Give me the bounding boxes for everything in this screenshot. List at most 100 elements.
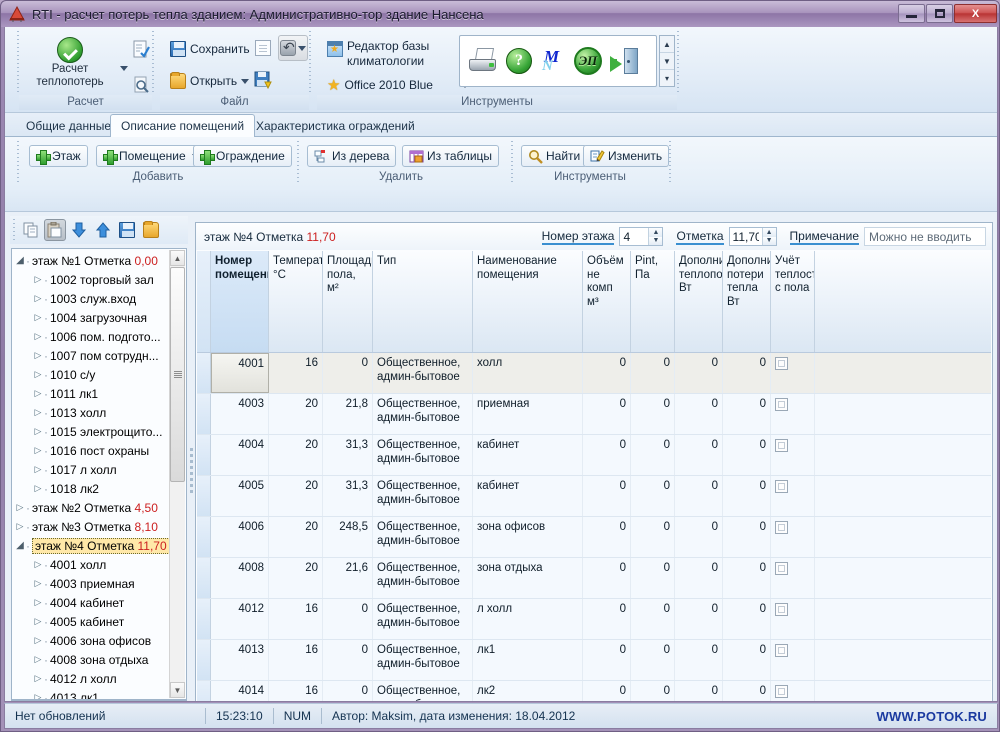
tree-expand-icon[interactable]: ▷ <box>32 597 44 608</box>
tree-collapse-icon[interactable]: ◢ <box>14 540 26 551</box>
table-cell[interactable]: 4003 <box>211 394 269 434</box>
row-header[interactable] <box>197 435 211 475</box>
tree-open-button[interactable] <box>140 219 162 241</box>
table-cell[interactable]: 4006 <box>211 517 269 557</box>
floor-heat-checkbox[interactable] <box>775 644 788 657</box>
tree-expand-icon[interactable]: ▷ <box>14 521 26 532</box>
help-icon[interactable]: ? <box>506 48 532 74</box>
tree-expand-icon[interactable]: ▷ <box>32 654 44 665</box>
tree-expand-icon[interactable]: ▷ <box>32 616 44 627</box>
tree-node[interactable]: ▷·1007 пом сотрудн... <box>14 346 168 365</box>
table-cell[interactable]: 0 <box>675 435 723 475</box>
table-cell[interactable]: кабинет <box>473 435 583 475</box>
table-cell[interactable]: 31,3 <box>323 435 373 475</box>
table-row[interactable]: 4012160Общественное, админ-бытовоел холл… <box>197 599 991 640</box>
tab-room-description[interactable]: Описание помещений <box>110 114 255 138</box>
floor-heat-checkbox[interactable] <box>775 562 788 575</box>
row-header[interactable] <box>197 394 211 434</box>
table-cell[interactable]: 0 <box>631 640 675 680</box>
table-cell[interactable]: 0 <box>723 435 771 475</box>
change-button[interactable]: Изменить <box>583 145 669 167</box>
row-header[interactable] <box>197 681 211 702</box>
row-header[interactable] <box>197 476 211 516</box>
tree-expand-icon[interactable]: ▷ <box>14 502 26 513</box>
table-cell[interactable]: 4014 <box>211 681 269 702</box>
add-floor-button[interactable]: Этаж <box>29 145 88 167</box>
mark-spinner[interactable]: ▲ ▼ <box>729 227 777 246</box>
move-up-button[interactable] <box>92 219 114 241</box>
table-cell[interactable]: 21,6 <box>323 558 373 598</box>
table-cell[interactable]: 0 <box>723 558 771 598</box>
table-cell[interactable]: 0 <box>723 599 771 639</box>
tree-node[interactable]: ▷·1015 электрощито... <box>14 422 168 441</box>
tree-node[interactable]: ▷·4013 лк1 <box>14 688 168 700</box>
tree-node[interactable]: ▷·4006 зона офисов <box>14 631 168 650</box>
find-button[interactable]: Найти <box>521 145 587 167</box>
tree-node[interactable]: ▷·этаж №2 Отметка 4,50 <box>14 498 168 517</box>
table-cell[interactable]: Общественное, админ-бытовое <box>373 558 473 598</box>
tree-expand-icon[interactable]: ▷ <box>32 407 44 418</box>
tree-node[interactable]: ◢·этаж №1 Отметка 0,00 <box>14 251 168 270</box>
table-row[interactable]: 40032021,8Общественное, админ-бытовоепри… <box>197 394 991 435</box>
table-cell[interactable] <box>771 394 815 434</box>
grid-column-header[interactable]: Номер помещения <box>211 251 269 352</box>
tree-expand-icon[interactable]: ▷ <box>32 445 44 456</box>
gallery-scroll-up[interactable]: ▲ <box>660 36 674 53</box>
grid-column-header[interactable]: Объём не комп м³ <box>583 251 631 352</box>
gallery-scroll-down[interactable]: ▼ <box>660 53 674 70</box>
table-cell[interactable]: 20 <box>269 517 323 557</box>
floor-heat-checkbox[interactable] <box>775 480 788 493</box>
table-cell[interactable]: 0 <box>583 681 631 702</box>
table-row[interactable]: 40082021,6Общественное, админ-бытовоезон… <box>197 558 991 599</box>
table-cell[interactable]: 0 <box>723 353 771 393</box>
row-header[interactable] <box>197 353 211 393</box>
printer-icon[interactable] <box>468 48 498 74</box>
tree-expand-icon[interactable]: ▷ <box>32 426 44 437</box>
table-cell[interactable]: 0 <box>583 435 631 475</box>
table-cell[interactable]: 4004 <box>211 435 269 475</box>
move-down-button[interactable] <box>68 219 90 241</box>
paste-button[interactable] <box>44 219 66 241</box>
report-check-button[interactable] <box>129 38 153 60</box>
tree-node[interactable]: ▷·1004 загрузочная <box>14 308 168 327</box>
tree-expand-icon[interactable]: ▷ <box>32 388 44 399</box>
table-cell[interactable] <box>771 353 815 393</box>
grid-column-header[interactable]: Учёт теплоступлений с пола <box>771 251 815 352</box>
tree-expand-icon[interactable]: ▷ <box>32 673 44 684</box>
scroll-left-arrow[interactable]: ◀ <box>12 701 28 702</box>
table-cell[interactable]: 16 <box>269 681 323 702</box>
tree-expand-icon[interactable]: ▷ <box>32 369 44 380</box>
tree-node[interactable]: ▷·1018 лк2 <box>14 479 168 498</box>
table-cell[interactable] <box>771 681 815 702</box>
table-cell[interactable]: 4012 <box>211 599 269 639</box>
table-cell[interactable]: 248,5 <box>323 517 373 557</box>
tree-expand-icon[interactable]: ▷ <box>32 692 44 700</box>
tree-node[interactable]: ▷·4008 зона отдыха <box>14 650 168 669</box>
tree-node[interactable]: ▷·1002 торговый зал <box>14 270 168 289</box>
tab-enclosure-characteristics[interactable]: Характеристика ограждений <box>245 115 426 137</box>
table-cell[interactable]: Общественное, админ-бытовое <box>373 435 473 475</box>
spin-down[interactable]: ▼ <box>649 237 662 246</box>
floor-heat-checkbox[interactable] <box>775 439 788 452</box>
climate-db-editor-button[interactable]: Редактор базы климатологии <box>323 35 433 59</box>
table-cell[interactable]: Общественное, админ-бытовое <box>373 599 473 639</box>
grid-column-header[interactable]: Дополнительные теплопоступления Вт <box>675 251 723 352</box>
undo-button[interactable] <box>278 35 308 61</box>
tree-expand-icon[interactable]: ▷ <box>32 274 44 285</box>
table-cell[interactable]: 0 <box>723 476 771 516</box>
tree-node[interactable]: ▷·1017 л холл <box>14 460 168 479</box>
table-cell[interactable]: Общественное, админ-бытовое <box>373 476 473 516</box>
table-cell[interactable]: 0 <box>583 476 631 516</box>
save-as-button[interactable] <box>250 67 276 93</box>
exit-door-icon[interactable] <box>610 48 638 74</box>
table-cell[interactable]: 20 <box>269 394 323 434</box>
table-cell[interactable]: Общественное, админ-бытовое <box>373 394 473 434</box>
table-cell[interactable]: 0 <box>675 681 723 702</box>
maximize-button[interactable] <box>926 4 953 23</box>
table-cell[interactable]: Общественное, админ-бытовое <box>373 640 473 680</box>
table-cell[interactable]: 4001 <box>211 353 269 393</box>
table-cell[interactable]: л холл <box>473 599 583 639</box>
floor-tree[interactable]: ◢·этаж №1 Отметка 0,00▷·1002 торговый за… <box>11 248 187 700</box>
delete-from-table-button[interactable]: Из таблицы <box>402 145 499 167</box>
add-enclosure-button[interactable]: Ограждение <box>193 145 292 167</box>
